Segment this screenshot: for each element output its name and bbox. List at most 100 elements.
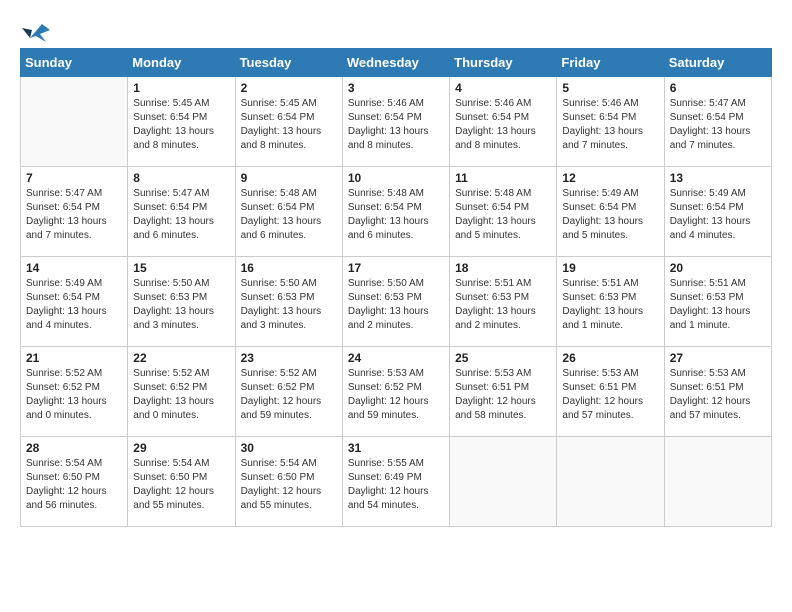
day-number: 17: [348, 261, 444, 275]
calendar-cell: 9 Sunrise: 5:48 AM Sunset: 6:54 PM Daylig…: [235, 167, 342, 257]
calendar-cell: 3 Sunrise: 5:46 AM Sunset: 6:54 PM Daylig…: [342, 77, 449, 167]
calendar-cell: 19 Sunrise: 5:51 AM Sunset: 6:53 PM Dayli…: [557, 257, 664, 347]
calendar-cell: 6 Sunrise: 5:47 AM Sunset: 6:54 PM Daylig…: [664, 77, 771, 167]
day-info: Sunrise: 5:47 AM Sunset: 6:54 PM Dayligh…: [670, 97, 766, 153]
day-number: 15: [133, 261, 229, 275]
day-info: Sunrise: 5:51 AM Sunset: 6:53 PM Dayligh…: [670, 277, 766, 333]
calendar-cell: 25 Sunrise: 5:53 AM Sunset: 6:51 PM Dayli…: [450, 347, 557, 437]
week-row-4: 21Sunrise: 5:52 AM Sunset: 6:52 PM Dayli…: [21, 347, 772, 437]
day-info: Sunrise: 5:50 AM Sunset: 6:53 PM Dayligh…: [348, 277, 444, 333]
day-header-monday: Monday: [128, 49, 235, 77]
day-number: 16: [241, 261, 337, 275]
calendar-cell: 29 Sunrise: 5:54 AM Sunset: 6:50 PM Dayli…: [128, 437, 235, 527]
day-header-saturday: Saturday: [664, 49, 771, 77]
day-info: Sunrise: 5:55 AM Sunset: 6:49 PM Dayligh…: [348, 457, 444, 513]
calendar-cell: 1 Sunrise: 5:45 AM Sunset: 6:54 PM Daylig…: [128, 77, 235, 167]
day-info: Sunrise: 5:53 AM Sunset: 6:51 PM Dayligh…: [455, 367, 551, 423]
day-header-thursday: Thursday: [450, 49, 557, 77]
header-row: SundayMondayTuesdayWednesdayThursdayFrid…: [21, 49, 772, 77]
day-header-wednesday: Wednesday: [342, 49, 449, 77]
day-info: Sunrise: 5:53 AM Sunset: 6:52 PM Dayligh…: [348, 367, 444, 423]
calendar-cell: 8 Sunrise: 5:47 AM Sunset: 6:54 PM Daylig…: [128, 167, 235, 257]
day-number: 29: [133, 441, 229, 455]
day-number: 25: [455, 351, 551, 365]
week-row-2: 7 Sunrise: 5:47 AM Sunset: 6:54 PM Daylig…: [21, 167, 772, 257]
day-info: Sunrise: 5:53 AM Sunset: 6:51 PM Dayligh…: [562, 367, 658, 423]
calendar-table: SundayMondayTuesdayWednesdayThursdayFrid…: [20, 48, 772, 527]
day-info: Sunrise: 5:48 AM Sunset: 6:54 PM Dayligh…: [241, 187, 337, 243]
day-number: 30: [241, 441, 337, 455]
day-number: 8: [133, 171, 229, 185]
day-number: 6: [670, 81, 766, 95]
calendar-cell: 24 Sunrise: 5:53 AM Sunset: 6:52 PM Dayli…: [342, 347, 449, 437]
day-number: 4: [455, 81, 551, 95]
day-number: 9: [241, 171, 337, 185]
page-header: [20, 20, 772, 38]
calendar-cell: 5 Sunrise: 5:46 AM Sunset: 6:54 PM Daylig…: [557, 77, 664, 167]
day-info: Sunrise: 5:45 AM Sunset: 6:54 PM Dayligh…: [133, 97, 229, 153]
calendar-cell: [664, 437, 771, 527]
calendar-cell: 22Sunrise: 5:52 AM Sunset: 6:52 PM Dayli…: [128, 347, 235, 437]
calendar-cell: 20 Sunrise: 5:51 AM Sunset: 6:53 PM Dayli…: [664, 257, 771, 347]
calendar-cell: 15 Sunrise: 5:50 AM Sunset: 6:53 PM Dayli…: [128, 257, 235, 347]
day-info: Sunrise: 5:54 AM Sunset: 6:50 PM Dayligh…: [26, 457, 122, 513]
day-info: Sunrise: 5:52 AM Sunset: 6:52 PM Dayligh…: [241, 367, 337, 423]
day-number: 31: [348, 441, 444, 455]
day-number: 20: [670, 261, 766, 275]
calendar-cell: 21Sunrise: 5:52 AM Sunset: 6:52 PM Dayli…: [21, 347, 128, 437]
day-number: 26: [562, 351, 658, 365]
day-number: 22: [133, 351, 229, 365]
day-info: Sunrise: 5:48 AM Sunset: 6:54 PM Dayligh…: [348, 187, 444, 243]
day-info: Sunrise: 5:47 AM Sunset: 6:54 PM Dayligh…: [133, 187, 229, 243]
day-number: 11: [455, 171, 551, 185]
calendar-cell: 11 Sunrise: 5:48 AM Sunset: 6:54 PM Dayli…: [450, 167, 557, 257]
day-info: Sunrise: 5:46 AM Sunset: 6:54 PM Dayligh…: [348, 97, 444, 153]
day-info: Sunrise: 5:45 AM Sunset: 6:54 PM Dayligh…: [241, 97, 337, 153]
day-number: 7: [26, 171, 122, 185]
calendar-cell: [21, 77, 128, 167]
day-info: Sunrise: 5:53 AM Sunset: 6:51 PM Dayligh…: [670, 367, 766, 423]
calendar-cell: 7 Sunrise: 5:47 AM Sunset: 6:54 PM Daylig…: [21, 167, 128, 257]
day-info: Sunrise: 5:48 AM Sunset: 6:54 PM Dayligh…: [455, 187, 551, 243]
day-number: 19: [562, 261, 658, 275]
calendar-cell: 28 Sunrise: 5:54 AM Sunset: 6:50 PM Dayli…: [21, 437, 128, 527]
calendar-cell: 23Sunrise: 5:52 AM Sunset: 6:52 PM Dayli…: [235, 347, 342, 437]
logo: [20, 20, 50, 38]
calendar-cell: 31 Sunrise: 5:55 AM Sunset: 6:49 PM Dayli…: [342, 437, 449, 527]
day-info: Sunrise: 5:50 AM Sunset: 6:53 PM Dayligh…: [133, 277, 229, 333]
day-number: 5: [562, 81, 658, 95]
day-number: 18: [455, 261, 551, 275]
calendar-cell: 14 Sunrise: 5:49 AM Sunset: 6:54 PM Dayli…: [21, 257, 128, 347]
calendar-cell: 18 Sunrise: 5:51 AM Sunset: 6:53 PM Dayli…: [450, 257, 557, 347]
day-info: Sunrise: 5:52 AM Sunset: 6:52 PM Dayligh…: [26, 367, 122, 423]
day-number: 12: [562, 171, 658, 185]
day-info: Sunrise: 5:46 AM Sunset: 6:54 PM Dayligh…: [455, 97, 551, 153]
day-number: 1: [133, 81, 229, 95]
calendar-cell: [557, 437, 664, 527]
calendar-cell: 13Sunrise: 5:49 AM Sunset: 6:54 PM Dayli…: [664, 167, 771, 257]
calendar-cell: 27Sunrise: 5:53 AM Sunset: 6:51 PM Dayli…: [664, 347, 771, 437]
day-info: Sunrise: 5:51 AM Sunset: 6:53 PM Dayligh…: [455, 277, 551, 333]
week-row-5: 28 Sunrise: 5:54 AM Sunset: 6:50 PM Dayli…: [21, 437, 772, 527]
week-row-3: 14 Sunrise: 5:49 AM Sunset: 6:54 PM Dayli…: [21, 257, 772, 347]
day-info: Sunrise: 5:51 AM Sunset: 6:53 PM Dayligh…: [562, 277, 658, 333]
day-number: 10: [348, 171, 444, 185]
day-number: 14: [26, 261, 122, 275]
day-info: Sunrise: 5:54 AM Sunset: 6:50 PM Dayligh…: [241, 457, 337, 513]
week-row-1: 1 Sunrise: 5:45 AM Sunset: 6:54 PM Daylig…: [21, 77, 772, 167]
day-info: Sunrise: 5:49 AM Sunset: 6:54 PM Dayligh…: [26, 277, 122, 333]
calendar-cell: 10 Sunrise: 5:48 AM Sunset: 6:54 PM Dayli…: [342, 167, 449, 257]
day-number: 3: [348, 81, 444, 95]
day-info: Sunrise: 5:47 AM Sunset: 6:54 PM Dayligh…: [26, 187, 122, 243]
day-header-tuesday: Tuesday: [235, 49, 342, 77]
calendar-cell: [450, 437, 557, 527]
calendar-cell: 30 Sunrise: 5:54 AM Sunset: 6:50 PM Dayli…: [235, 437, 342, 527]
day-info: Sunrise: 5:54 AM Sunset: 6:50 PM Dayligh…: [133, 457, 229, 513]
day-number: 24: [348, 351, 444, 365]
day-info: Sunrise: 5:49 AM Sunset: 6:54 PM Dayligh…: [670, 187, 766, 243]
calendar-cell: 26 Sunrise: 5:53 AM Sunset: 6:51 PM Dayli…: [557, 347, 664, 437]
day-header-friday: Friday: [557, 49, 664, 77]
day-info: Sunrise: 5:46 AM Sunset: 6:54 PM Dayligh…: [562, 97, 658, 153]
day-number: 28: [26, 441, 122, 455]
calendar-cell: 4 Sunrise: 5:46 AM Sunset: 6:54 PM Daylig…: [450, 77, 557, 167]
